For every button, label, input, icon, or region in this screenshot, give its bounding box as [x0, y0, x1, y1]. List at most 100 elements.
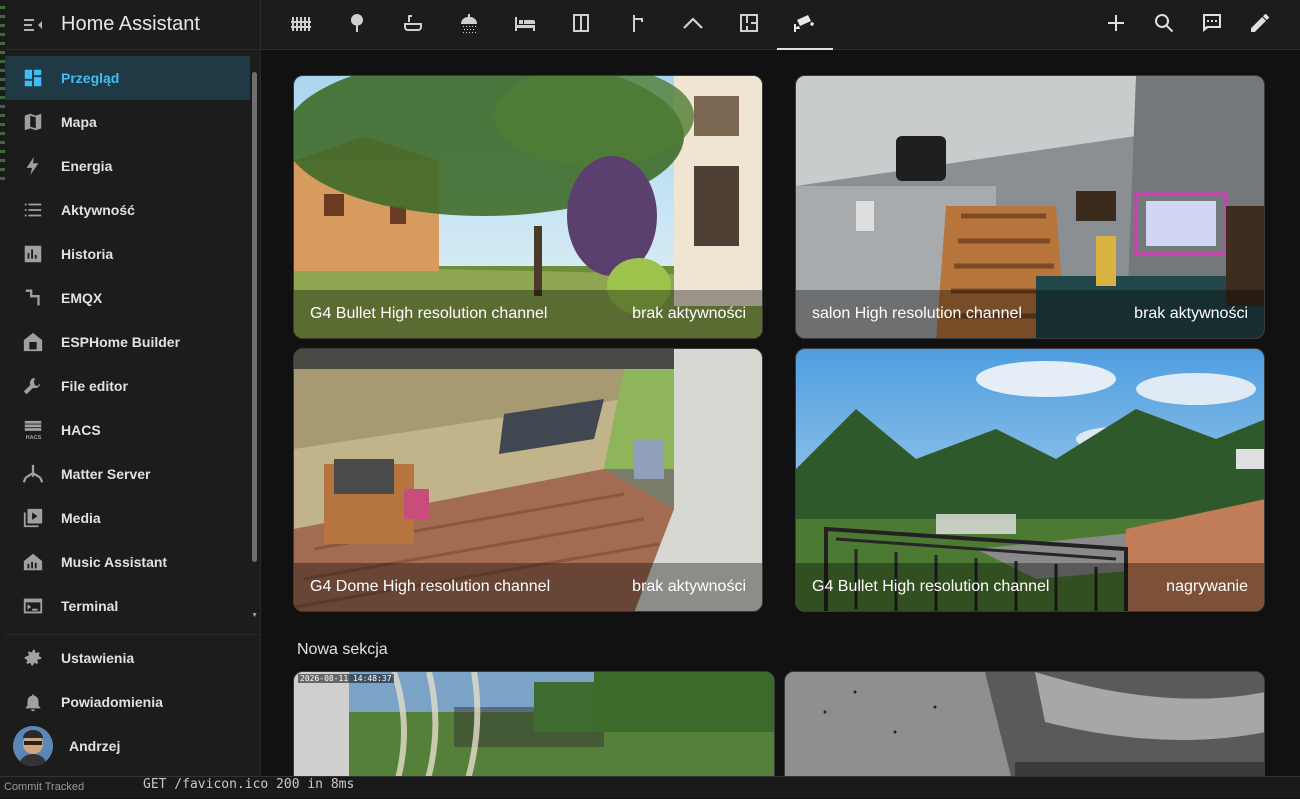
background-taskbar: Commit Tracked GET /favicon.ico 200 in 8…	[0, 776, 1300, 798]
app: Home Assistant Przegląd Mapa Energia Akt…	[0, 0, 1300, 798]
sidebar-item-energia[interactable]: Energia	[5, 144, 250, 188]
matter-icon	[21, 462, 45, 486]
sidebar-item-label: EMQX	[61, 290, 103, 306]
tree-icon	[345, 11, 369, 40]
camera-name: G4 Bullet High resolution channel	[310, 305, 548, 322]
camera-card[interactable]: G4 Bullet High resolution channel nagryw…	[795, 348, 1265, 612]
tab-fence[interactable]	[273, 0, 329, 50]
menu-collapse-icon[interactable]	[21, 13, 45, 37]
scroll-down-arrow-icon[interactable]: ▼	[251, 612, 258, 619]
sidebar-item-label: Historia	[61, 246, 114, 262]
music-icon	[21, 550, 45, 574]
sidebar-item-label: Andrzej	[69, 738, 121, 754]
hacs-icon: HACS	[21, 418, 45, 442]
tab-bedroom[interactable]	[497, 0, 553, 50]
sidebar-item-notifications[interactable]: Powiadomienia	[5, 680, 260, 724]
sidebar-item-esphome[interactable]: ESPHome Builder	[5, 320, 250, 364]
lightning-icon	[21, 154, 45, 178]
tab-cctv[interactable]	[777, 0, 833, 50]
camera-card[interactable]: G4 Bullet High resolution channel brak a…	[293, 75, 763, 339]
sidebar-item-label: ESPHome Builder	[61, 334, 181, 350]
sidebar-item-label: HACS	[61, 422, 101, 438]
esphome-icon	[21, 330, 45, 354]
taskbar-commit-label: Commit Tracked	[4, 781, 85, 793]
sidebar-item-emqx[interactable]: EMQX	[5, 276, 250, 320]
sidebar-item-mapa[interactable]: Mapa	[5, 100, 250, 144]
camera-status: brak aktywności	[1134, 305, 1248, 322]
section-title: Nowa sekcja	[297, 641, 388, 658]
edit-button[interactable]	[1236, 0, 1284, 50]
sidebar-bottom: Ustawienia Powiadomienia Andrzej	[5, 634, 260, 768]
avatar	[13, 726, 53, 766]
dashboard-main: G4 Bullet High resolution channel brak a…	[261, 51, 1300, 776]
sidebar: Home Assistant Przegląd Mapa Energia Akt…	[5, 0, 261, 776]
camera-name: G4 Bullet High resolution channel	[812, 578, 1050, 595]
camera-card[interactable]: G4 Dome High resolution channel brak akt…	[293, 348, 763, 612]
tab-door[interactable]	[553, 0, 609, 50]
sidebar-item-terminal[interactable]: Terminal	[5, 584, 250, 628]
camera-timestamp: 2026-08-11 14:48:37	[298, 674, 394, 683]
tab-bathroom[interactable]	[385, 0, 441, 50]
camera-card[interactable]: 2026-08-11 14:48:37	[293, 671, 775, 776]
assist-button[interactable]	[1188, 0, 1236, 50]
sidebar-item-label: Music Assistant	[61, 554, 168, 570]
sidebar-item-przeglad[interactable]: Przegląd	[5, 56, 250, 100]
map-icon	[21, 110, 45, 134]
sidebar-item-label: Ustawienia	[61, 650, 135, 666]
camera-snapshot	[294, 672, 774, 776]
list-icon	[21, 198, 45, 222]
camera-overlay: G4 Dome High resolution channel brak akt…	[294, 563, 762, 611]
sidebar-item-matter[interactable]: Matter Server	[5, 452, 250, 496]
sidebar-item-label: Energia	[61, 158, 113, 174]
dashboard-icon	[21, 66, 45, 90]
bell-icon	[21, 690, 45, 714]
bathtub-icon	[401, 11, 425, 40]
gear-icon	[21, 646, 45, 670]
camera-status: brak aktywności	[632, 305, 746, 322]
sidebar-item-label: Media	[61, 510, 101, 526]
sidebar-item-label: File editor	[61, 378, 128, 394]
tab-garden[interactable]	[329, 0, 385, 50]
search-button[interactable]	[1140, 0, 1188, 50]
sidebar-item-hacs[interactable]: HACS HACS	[5, 408, 250, 452]
search-icon	[1152, 11, 1176, 40]
add-button[interactable]	[1092, 0, 1140, 50]
camera-name: salon High resolution channel	[812, 305, 1022, 322]
sidebar-nav: Przegląd Mapa Energia Aktywność Historia…	[5, 56, 250, 628]
sidebar-item-media[interactable]: Media	[5, 496, 250, 540]
camera-status: nagrywanie	[1166, 578, 1248, 595]
cctv-icon	[793, 11, 817, 40]
play-icon	[21, 506, 45, 530]
sidebar-header: Home Assistant	[5, 0, 260, 50]
sidebar-scrollbar[interactable]	[252, 72, 257, 562]
sidebar-item-profile[interactable]: Andrzej	[5, 724, 260, 768]
camera-overlay: G4 Bullet High resolution channel brak a…	[294, 290, 762, 338]
camera-card[interactable]: salon High resolution channel brak aktyw…	[795, 75, 1265, 339]
app-title: Home Assistant	[61, 13, 200, 35]
sidebar-item-file-editor[interactable]: File editor	[5, 364, 250, 408]
tab-roof[interactable]	[665, 0, 721, 50]
sidebar-item-label: Powiadomienia	[61, 694, 163, 710]
fence-icon	[289, 11, 313, 40]
sidebar-item-settings[interactable]: Ustawienia	[5, 636, 260, 680]
terminal-icon	[21, 594, 45, 618]
comment-icon	[1200, 11, 1224, 40]
tab-shower[interactable]	[441, 0, 497, 50]
tab-floorplan[interactable]	[721, 0, 777, 50]
chart-icon	[21, 242, 45, 266]
sidebar-item-label: Aktywność	[61, 202, 135, 218]
camera-card[interactable]	[784, 671, 1265, 776]
sidebar-item-label: Terminal	[61, 598, 119, 614]
network-icon	[21, 286, 45, 310]
sidebar-item-music-assistant[interactable]: Music Assistant	[5, 540, 250, 584]
sidebar-item-label: Mapa	[61, 114, 97, 130]
sidebar-item-label: Przegląd	[61, 70, 120, 86]
sidebar-item-label: Matter Server	[61, 466, 151, 482]
tab-faucet[interactable]	[609, 0, 665, 50]
shower-icon	[457, 11, 481, 40]
svg-text:HACS: HACS	[26, 435, 42, 441]
sidebar-item-aktywnosc[interactable]: Aktywność	[5, 188, 250, 232]
floorplan-icon	[737, 11, 761, 40]
sidebar-item-historia[interactable]: Historia	[5, 232, 250, 276]
camera-overlay: G4 Bullet High resolution channel nagryw…	[796, 563, 1264, 611]
